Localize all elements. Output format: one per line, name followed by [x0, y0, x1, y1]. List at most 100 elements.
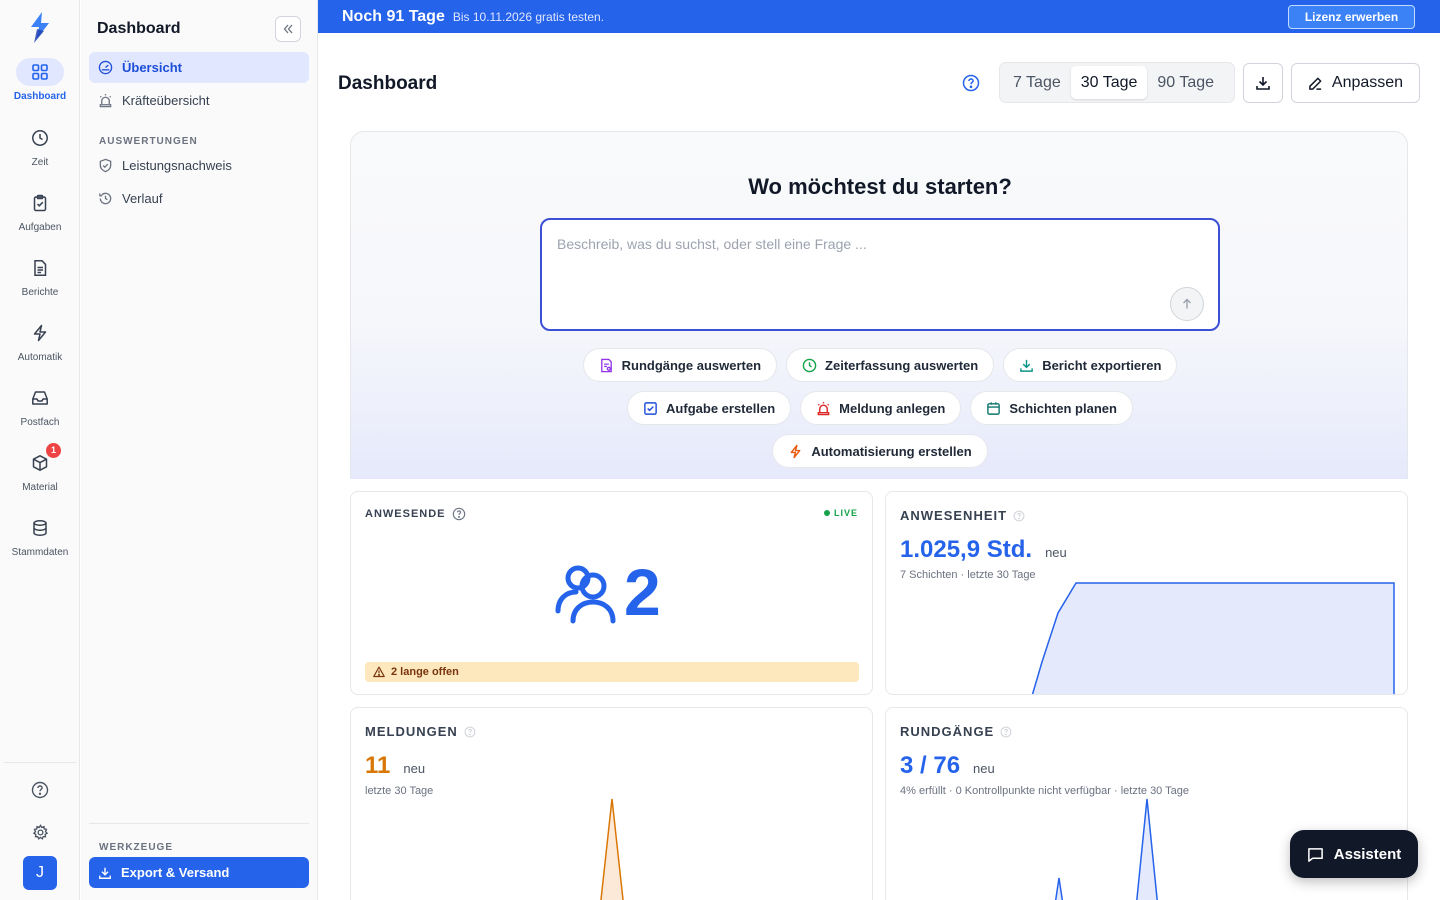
chip-bericht-exportieren[interactable]: Bericht exportieren — [1003, 348, 1178, 382]
sidebar-item-leistungsnachweis[interactable]: Leistungsnachweis — [89, 150, 309, 181]
trial-banner: Noch 91 Tage Bis 10.11.2026 gratis teste… — [318, 0, 1440, 33]
trial-headline: Noch 91 Tage — [342, 7, 445, 25]
question-input[interactable] — [557, 236, 1157, 296]
help-button[interactable] — [28, 778, 52, 802]
rail-label: Stammdaten — [11, 547, 69, 558]
settings-button[interactable] — [28, 820, 52, 844]
customize-label: Anpassen — [1331, 74, 1404, 91]
sidebar-divider — [89, 823, 309, 824]
rail-item-dashboard[interactable]: Dashboard — [0, 58, 80, 118]
live-label: LIVE — [833, 508, 858, 518]
section-auswertungen: AUSWERTUNGEN — [99, 136, 198, 147]
warning-triangle-icon — [373, 666, 385, 678]
buy-license-button[interactable]: Lizenz erwerben — [1288, 5, 1415, 29]
sidebar-item-label: Verlauf — [122, 191, 163, 206]
collapse-sidebar-button[interactable] — [275, 16, 301, 42]
info-circle-icon[interactable] — [452, 507, 466, 521]
sidebar-item-label: Kräfteübersicht — [122, 93, 210, 108]
lightning-icon — [33, 324, 47, 342]
user-avatar[interactable]: J — [23, 856, 57, 890]
clipboard-check-icon — [33, 194, 47, 212]
rail-label: Automatik — [17, 352, 63, 363]
chip-label: Aufgabe erstellen — [666, 400, 776, 416]
rail-item-aufgaben[interactable]: Aufgaben — [0, 189, 80, 249]
pencil-icon — [1309, 77, 1322, 90]
rail-label: Aufgaben — [18, 222, 62, 233]
rail-item-postfach[interactable]: Postfach — [0, 384, 80, 444]
range-30-days[interactable]: 30 Tage — [1070, 66, 1148, 99]
assistant-hero: Wo möchtest du starten? Rundgänge auswer… — [350, 131, 1408, 479]
sub-sidebar: Dashboard Übersicht Kräfteübersicht AUSW… — [81, 0, 318, 900]
sidebar-item-verlauf[interactable]: Verlauf — [89, 183, 309, 214]
assistant-button[interactable]: Assistent — [1290, 830, 1418, 878]
live-dot — [823, 510, 830, 516]
card-title-text: ANWESENDE — [365, 508, 446, 520]
chip-aufgabe-erstellen[interactable]: Aufgabe erstellen — [627, 391, 792, 425]
rail-item-material[interactable]: 1 Material — [0, 443, 80, 509]
card-anwesenheit[interactable]: ANWESENHEIT 1.025,9 Std. neu 7 Schichten… — [885, 491, 1408, 695]
chip-meldung-anlegen[interactable]: Meldung anlegen — [800, 391, 962, 425]
siren-icon — [99, 93, 112, 108]
chip-automatisierung-erstellen[interactable]: Automatisierung erstellen — [772, 434, 988, 468]
chip-label: Automatisierung erstellen — [811, 443, 972, 459]
present-count-block: 2 — [554, 558, 661, 626]
document-icon — [34, 260, 47, 276]
assistant-label: Assistent — [1333, 845, 1402, 863]
range-7-days[interactable]: 7 Tage — [1003, 66, 1071, 99]
card-title: ANWESENDE — [365, 507, 466, 521]
chip-schichten-planen[interactable]: Schichten planen — [970, 391, 1133, 425]
rail-item-stammdaten[interactable]: Stammdaten — [0, 514, 80, 574]
present-count: 2 — [624, 555, 661, 629]
question-box — [540, 218, 1220, 331]
rail-item-berichte[interactable]: Berichte — [0, 254, 80, 314]
customize-button[interactable]: Anpassen — [1291, 63, 1420, 103]
users-icon — [555, 565, 616, 624]
rail-label: Dashboard — [13, 91, 67, 102]
hero-title: Wo möchtest du starten? — [748, 174, 1012, 199]
lightning-icon — [790, 444, 801, 458]
send-button[interactable] — [1170, 287, 1204, 321]
rail-item-automatik[interactable]: Automatik — [0, 319, 80, 379]
history-icon — [99, 192, 112, 205]
open-warning-text: 2 lange offen — [391, 666, 459, 678]
card-anwesende[interactable]: ANWESENDE LIVE 2 2 lange offen — [350, 491, 873, 695]
open-warning[interactable]: 2 lange offen — [365, 662, 859, 682]
export-versand-button[interactable]: Export & Versand — [89, 857, 309, 888]
material-badge: 1 — [46, 443, 61, 458]
sidebar-title: Dashboard — [97, 20, 181, 37]
siren-icon — [817, 401, 830, 415]
shield-check-icon — [99, 158, 112, 173]
download-button[interactable] — [1243, 63, 1283, 103]
sidebar-item-uebersicht[interactable]: Übersicht — [89, 52, 309, 83]
dashboard-grid-icon — [32, 64, 48, 80]
download-icon — [1256, 77, 1270, 90]
app-logo-icon — [31, 12, 49, 43]
range-90-days[interactable]: 90 Tage — [1147, 66, 1224, 99]
arrow-up-icon — [1183, 298, 1191, 309]
chat-bubble-icon — [1307, 847, 1323, 862]
sidebar-item-label: Leistungsnachweis — [122, 158, 232, 173]
help-circle-icon — [31, 781, 49, 799]
date-range-toggle: 7 Tage 30 Tage 90 Tage — [999, 62, 1235, 103]
card-meldungen[interactable]: MELDUNGEN 11 neu letzte 30 Tage — [350, 707, 873, 900]
download-icon — [99, 867, 111, 879]
chip-rundgaenge-auswerten[interactable]: Rundgänge auswerten — [582, 348, 778, 382]
section-werkzeuge: WERKZEUGE — [99, 842, 173, 853]
trial-subtext: Bis 10.11.2026 gratis testen. — [452, 9, 605, 24]
reports-sparkline — [600, 798, 624, 900]
chip-label: Schichten planen — [1009, 400, 1117, 416]
chip-label: Rundgänge auswerten — [621, 357, 762, 373]
calendar-icon — [987, 401, 1001, 415]
rail-divider — [4, 762, 76, 763]
rail-label: Zeit — [31, 157, 49, 168]
chip-zeiterfassung-auswerten[interactable]: Zeiterfassung auswerten — [786, 348, 995, 382]
package-icon — [32, 455, 48, 471]
rail-item-zeit[interactable]: Zeit — [0, 124, 80, 184]
icon-rail: Dashboard Zeit Aufgaben Berichte Automat… — [0, 0, 80, 900]
clock-icon — [32, 130, 48, 146]
chip-label: Zeiterfassung auswerten — [825, 357, 979, 373]
help-circle-icon[interactable] — [962, 74, 980, 92]
export-label: Export & Versand — [121, 865, 230, 880]
sidebar-item-kraefteuebersicht[interactable]: Kräfteübersicht — [89, 85, 309, 116]
rail-label: Postfach — [20, 417, 60, 428]
